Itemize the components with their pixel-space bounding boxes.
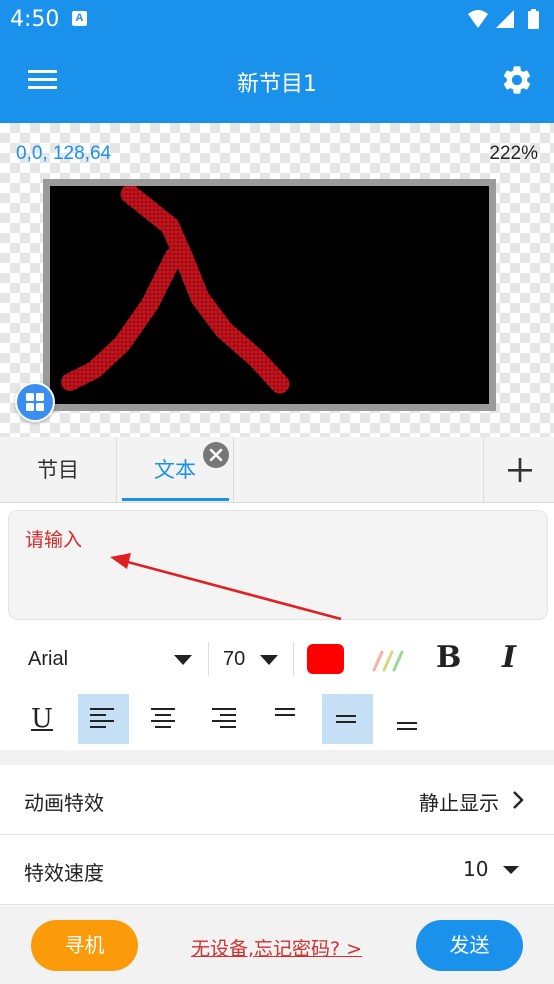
page-title: 新节目1 [237,72,317,97]
font-size-select[interactable]: 70 [223,648,245,671]
led-screen[interactable] [50,186,489,404]
app-root: 4:50 A 新节目1 0,0, 128,64 222% 节目 文本 请输入 A… [0,0,554,984]
align-left-button[interactable] [78,694,129,744]
battery-icon [528,9,539,29]
speed-row[interactable]: 特效速度 10 [0,835,554,905]
grid-icon [26,393,44,411]
underline-button[interactable]: U [31,704,53,734]
align-center-button[interactable] [139,694,190,744]
wifi-icon [468,10,488,28]
align-right-icon [212,708,236,728]
italic-button[interactable]: I [502,640,516,675]
tab-bar: 节目 文本 [0,437,554,503]
chevron-right-icon [513,791,524,809]
forgot-password-link[interactable]: 无设备,忘记密码? > [191,934,362,961]
font-dropdown-icon[interactable] [174,655,192,665]
status-time: 4:50 [10,7,60,32]
valign-middle-button[interactable] [322,694,373,744]
zoom-level: 222% [489,143,538,164]
app-bar: 4:50 A 新节目1 [0,0,554,123]
find-device-button[interactable]: 寻机 [31,920,138,971]
valign-middle-icon [336,715,356,723]
led-glyph [61,186,290,394]
size-dropdown-icon[interactable] [260,655,278,665]
valign-top-button[interactable] [261,694,312,744]
bottom-bar: 寻机 无设备,忘记密码? > 发送 [0,906,554,984]
plus-icon [508,458,532,482]
text-input-value: 请输入 [25,529,83,551]
status-icons [468,9,539,29]
colorful-text-icon[interactable] [370,646,408,674]
section-gap [0,750,554,765]
valign-top-icon [275,708,295,716]
valign-bottom-icon [397,722,417,730]
speed-label: 特效速度 [24,861,104,885]
animation-value: 静止显示 [419,791,499,815]
valign-bottom-button[interactable] [383,694,434,744]
animation-label: 动画特效 [24,791,104,815]
tab-close-button[interactable] [203,442,229,468]
align-right-button[interactable] [200,694,251,744]
close-icon [209,448,223,462]
text-color-swatch[interactable] [307,644,344,674]
divider [208,642,209,676]
led-preview: 0,0, 128,64 222% [0,123,554,437]
grid-button[interactable] [15,382,55,422]
coordinates-readout: 0,0, 128,64 [16,143,112,164]
notification-icon: A [72,11,87,26]
add-tab-button[interactable] [483,437,554,503]
divider [293,642,294,676]
align-center-icon [151,708,175,728]
led-frame[interactable] [43,179,496,411]
speed-value: 10 [463,857,489,881]
bold-button[interactable]: B [436,640,461,675]
tab-program[interactable]: 节目 [0,437,117,503]
format-toolbar: Arial 70 B I U [0,628,554,750]
font-select[interactable]: Arial [28,648,68,671]
signal-icon [496,10,514,28]
tab-active-indicator [122,498,229,501]
settings-gear-icon[interactable] [500,63,534,97]
text-input[interactable]: 请输入 [8,510,548,620]
align-left-icon [90,708,114,728]
speed-dropdown-icon[interactable] [503,866,519,874]
animation-row[interactable]: 动画特效 静止显示 [0,765,554,835]
send-button[interactable]: 发送 [416,920,523,971]
